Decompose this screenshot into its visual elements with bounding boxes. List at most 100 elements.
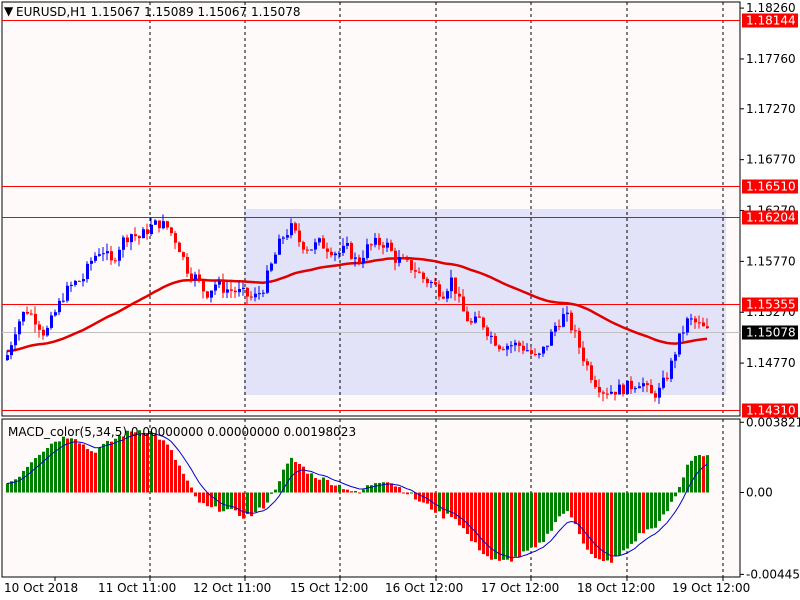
macd-bar <box>550 492 553 531</box>
macd-bar <box>706 455 709 493</box>
candle-body <box>678 333 681 355</box>
macd-bar <box>174 459 177 493</box>
macd-bar <box>610 492 613 563</box>
candle-body <box>194 274 197 280</box>
macd-bar <box>554 492 557 523</box>
macd-bar <box>238 492 241 516</box>
candle-body <box>338 252 341 254</box>
macd-bar <box>702 456 705 493</box>
macd-bar <box>206 492 209 507</box>
time-axis[interactable]: 10 Oct 2018 11 Oct 11:00 12 Oct 11:00 15 Oc… <box>4 577 750 595</box>
candle-body <box>414 270 417 272</box>
macd-bar <box>66 438 69 493</box>
macd-bar <box>150 432 153 493</box>
candle-body <box>114 260 117 262</box>
candle-body <box>118 249 121 261</box>
candle-body <box>130 234 133 243</box>
macd-bar <box>274 489 277 493</box>
macd-bar <box>306 473 309 493</box>
macd-bar <box>406 492 409 495</box>
candle-body <box>410 260 413 271</box>
macd-bar <box>670 492 673 502</box>
candle-body <box>350 243 353 259</box>
macd-tick-label: 0.00 <box>746 485 773 499</box>
candle-body <box>622 384 625 395</box>
candle-body <box>386 242 389 248</box>
candle-body <box>78 280 81 282</box>
candle-body <box>306 249 309 251</box>
candle-body <box>166 221 169 228</box>
macd-bar <box>166 444 169 493</box>
candle-body <box>402 257 405 259</box>
candle-body <box>674 354 677 361</box>
candle-body <box>294 223 297 231</box>
candle-body <box>82 279 85 282</box>
macd-bar <box>578 492 581 535</box>
macd-bar <box>514 492 517 557</box>
candle-body <box>162 221 165 229</box>
price-tick-label: 1.15770 <box>746 254 796 268</box>
candle-body <box>18 321 21 335</box>
candle-body <box>334 253 337 256</box>
macd-bar <box>498 492 501 561</box>
time-label: 18 Oct 12:00 <box>577 581 655 595</box>
macd-bar <box>690 460 693 493</box>
macd-bar <box>102 443 105 493</box>
chart-title: EURUSD,H1 1.15067 1.15089 1.15067 1.1507… <box>16 5 301 19</box>
candle-body <box>374 237 377 245</box>
candle-body <box>286 235 289 238</box>
macd-bar <box>350 491 353 493</box>
macd-bar <box>474 492 477 543</box>
macd-bar <box>394 486 397 493</box>
candle-body <box>26 311 29 314</box>
macd-bar <box>50 443 53 493</box>
macd-bar <box>654 492 657 528</box>
candle-body <box>50 315 53 328</box>
macd-bar <box>54 441 57 493</box>
macd-bar <box>518 492 521 558</box>
macd-bar <box>390 483 393 493</box>
macd-bar <box>266 492 269 503</box>
candle-body <box>646 383 649 385</box>
candle-body <box>594 380 597 388</box>
candle-body <box>214 284 217 291</box>
macd-axis[interactable]: 0.0038217 0.00 -0.004457 <box>740 415 800 581</box>
candle-body <box>506 345 509 350</box>
candle-body <box>550 331 553 346</box>
candle-body <box>242 287 245 289</box>
candle-body <box>522 345 525 351</box>
macd-bar <box>70 438 73 493</box>
candle-body <box>34 313 37 325</box>
macd-bar <box>466 492 469 535</box>
macd-bar <box>170 450 173 493</box>
macd-bar <box>558 492 561 517</box>
macd-label: MACD_color(5,34,5) 0.00000000 0.00000000… <box>8 425 356 439</box>
candle-body <box>630 380 633 389</box>
candle-body <box>606 393 609 395</box>
macd-bar <box>110 441 113 493</box>
macd-bar <box>126 430 129 493</box>
macd-bar <box>270 492 273 494</box>
macd-bar <box>314 478 317 493</box>
candle-body <box>478 316 481 318</box>
candle-body <box>462 296 465 312</box>
macd-bar <box>594 492 597 559</box>
macd-bar <box>534 492 537 548</box>
range-rectangle[interactable] <box>244 209 726 395</box>
candle-body <box>474 316 477 323</box>
candle-body <box>698 322 701 324</box>
price-axis[interactable]: 1.182601.177601.172701.167701.162701.157… <box>740 1 798 418</box>
macd-bar <box>154 434 157 493</box>
macd-bar <box>190 487 193 493</box>
candle-body <box>330 251 333 256</box>
trading-chart[interactable]: ▼ EURUSD,H1 1.15067 1.15089 1.15067 1.15… <box>0 0 800 600</box>
macd-bar <box>310 473 313 493</box>
candle-body <box>22 311 25 322</box>
candle-body <box>206 291 209 298</box>
macd-bar <box>458 492 461 526</box>
candle-body <box>54 312 57 316</box>
macd-bar <box>146 433 149 493</box>
macd-bar <box>526 492 529 551</box>
macd-bar <box>142 433 145 493</box>
candle-body <box>566 312 569 315</box>
